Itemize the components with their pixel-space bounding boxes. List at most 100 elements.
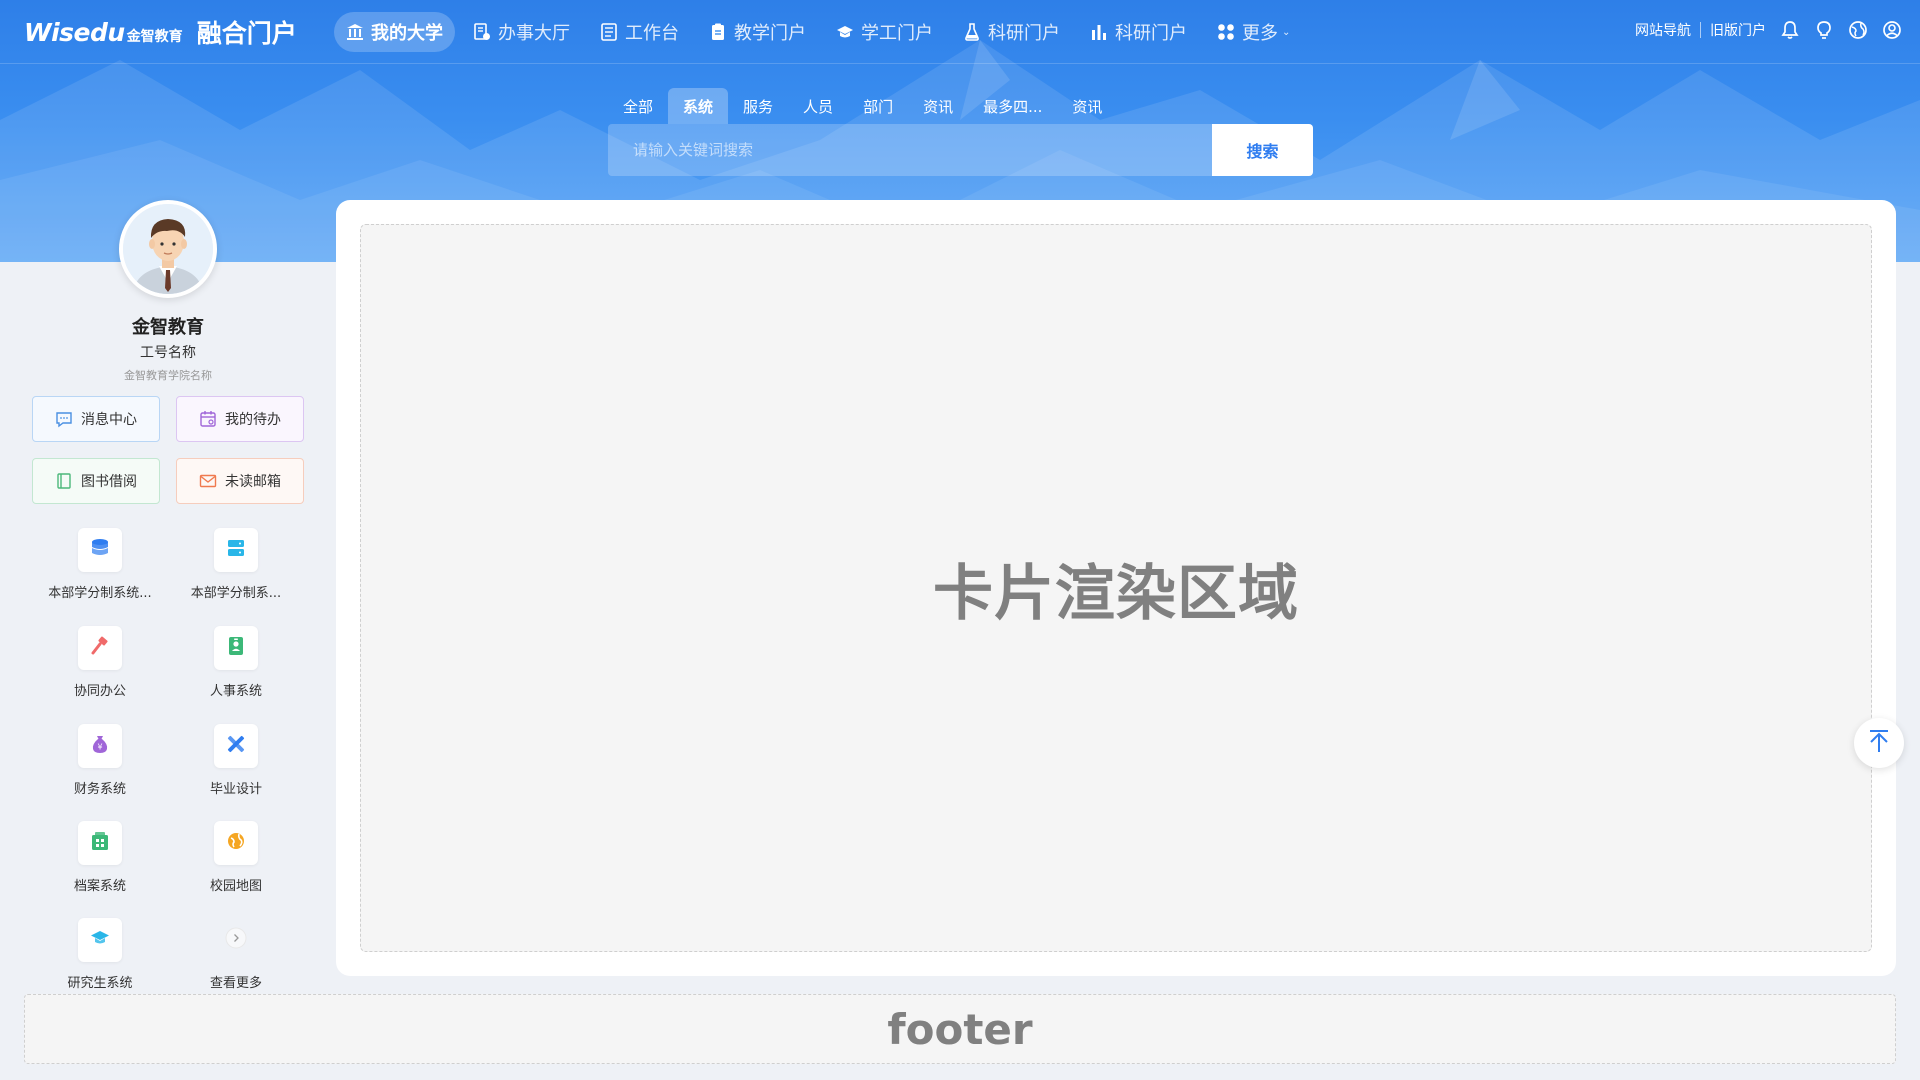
brand-logo-text: Wisedu [24,17,125,47]
top-navigation-bar: Wisedu 金智教育 融合门户 我的大学 办事大厅 工作台 教学门户 学工门户… [0,0,1920,64]
nav-label: 我的大学 [371,23,443,44]
app-tile [214,724,258,768]
search-tab-all[interactable]: 全部 [608,88,668,124]
graduate-icon [89,927,111,953]
site-navigation-link[interactable]: 网站导航 [1635,20,1691,40]
logo[interactable]: Wisedu 金智教育 融合门户 [24,14,297,50]
grid-icon [1217,23,1235,41]
id-badge-icon [225,635,247,661]
app-label: 财务系统 [73,782,126,797]
arrow-up-icon [1865,727,1893,759]
app-hr-system[interactable]: 人事系统 [168,626,304,699]
app-tile [214,821,258,865]
chevron-right-icon [225,927,247,953]
library-borrow-button[interactable]: 图书借阅 [32,458,160,504]
my-todo-button[interactable]: 我的待办 [176,396,304,442]
search-tab-most-four[interactable]: 最多四... [968,88,1057,124]
clipboard-icon [709,23,727,41]
app-label: 人事系统 [209,684,262,699]
app-campus-map[interactable]: 校园地图 [168,821,304,894]
user-id-label: 工号名称 [140,345,196,361]
nav-item-more[interactable]: 更多 ⌄ [1205,12,1302,52]
chevron-down-icon: ⌄ [1282,26,1291,38]
app-finance-system[interactable]: ¥ 财务系统 [32,724,168,797]
app-label: 查看更多 [209,976,262,991]
nav-item-workbench[interactable]: 工作台 [588,12,691,52]
view-more-apps[interactable]: 查看更多 [168,918,304,991]
app-credit-system-2[interactable]: 本部学分制系... [168,528,304,601]
app-tile [214,626,258,670]
search-tab-system[interactable]: 系统 [668,88,729,124]
hammer-icon [89,635,111,661]
old-portal-link[interactable]: 旧版门户 [1710,20,1766,40]
brand-logo-cn: 金智教育 [126,29,183,45]
lightbulb-icon[interactable] [1814,20,1834,40]
search-box: 搜索 [608,124,1313,176]
nav-label: 科研门户 [1115,23,1187,44]
calendar-icon [199,410,217,428]
card-render-area: 卡片渲染区域 [360,224,1872,952]
message-center-button[interactable]: 消息中心 [32,396,160,442]
search-button[interactable]: 搜索 [1212,124,1313,176]
app-tile [78,626,122,670]
app-credit-system[interactable]: 本部学分制系统... [32,528,168,601]
app-graduation-design[interactable]: 毕业设计 [168,724,304,797]
nav-label: 更多 [1242,23,1278,44]
card-placeholder-text: 卡片渲染区域 [933,558,1299,629]
nav-label: 教学门户 [734,23,806,44]
search-tab-service[interactable]: 服务 [728,88,788,124]
app-label: 本部学分制系... [190,586,282,601]
footer-placeholder-text: footer [887,1004,1033,1054]
app-tile [78,918,122,962]
nav-item-service-hall[interactable]: 办事大厅 [461,12,582,52]
app-collaborative-office[interactable]: 协同办公 [32,626,168,699]
search-tab-news-2[interactable]: 资讯 [1057,88,1117,124]
search-tab-people[interactable]: 人员 [788,88,848,124]
app-label: 档案系统 [73,879,126,894]
quick-label: 我的待办 [225,412,281,428]
nav-label: 工作台 [625,23,679,44]
avatar-image [123,204,213,294]
search-tab-news[interactable]: 资讯 [908,88,968,124]
bell-icon[interactable] [1780,20,1800,40]
app-tile [214,528,258,572]
app-archive-system[interactable]: 档案系统 [32,821,168,894]
svg-text:¥: ¥ [97,743,102,752]
server-icon [225,537,247,563]
nav-item-my-university[interactable]: 我的大学 [334,12,455,52]
user-account-icon[interactable] [1882,20,1902,40]
unread-mail-button[interactable]: 未读邮箱 [176,458,304,504]
service-hall-icon [473,23,491,41]
app-tile: ¥ [78,724,122,768]
globe-icon[interactable] [1848,20,1868,40]
nav-item-research-portal[interactable]: 科研门户 [951,12,1072,52]
search-tab-department[interactable]: 部门 [848,88,908,124]
globe-icon [225,830,247,856]
nav-label: 办事大厅 [498,23,570,44]
design-tools-icon [225,733,247,759]
graduation-cap-icon [836,23,854,41]
archive-icon [89,830,111,856]
app-label: 协同办公 [73,684,126,699]
app-label: 研究生系统 [67,976,133,991]
quick-label: 消息中心 [81,412,137,428]
nav-item-student-affairs-portal[interactable]: 学工门户 [824,12,945,52]
back-to-top-button[interactable] [1854,718,1904,768]
app-tile [214,918,258,962]
mail-icon [199,472,217,490]
app-label: 毕业设计 [209,782,262,797]
user-organization: 金智教育学院名称 [124,369,212,382]
app-label: 本部学分制系统... [48,586,152,601]
flask-icon [963,23,981,41]
nav-label: 科研门户 [988,23,1060,44]
app-graduate-system[interactable]: 研究生系统 [32,918,168,991]
avatar[interactable] [119,200,217,298]
nav-item-research-portal-2[interactable]: 科研门户 [1078,12,1199,52]
bank-icon [346,23,364,41]
search-category-tabs: 全部 系统 服务 人员 部门 资讯 最多四... 资讯 [608,88,1117,124]
book-icon [55,472,73,490]
nav-item-teaching-portal[interactable]: 教学门户 [697,12,818,52]
quick-label: 图书借阅 [81,474,137,490]
search-input[interactable] [608,124,1212,176]
database-icon [89,537,111,563]
